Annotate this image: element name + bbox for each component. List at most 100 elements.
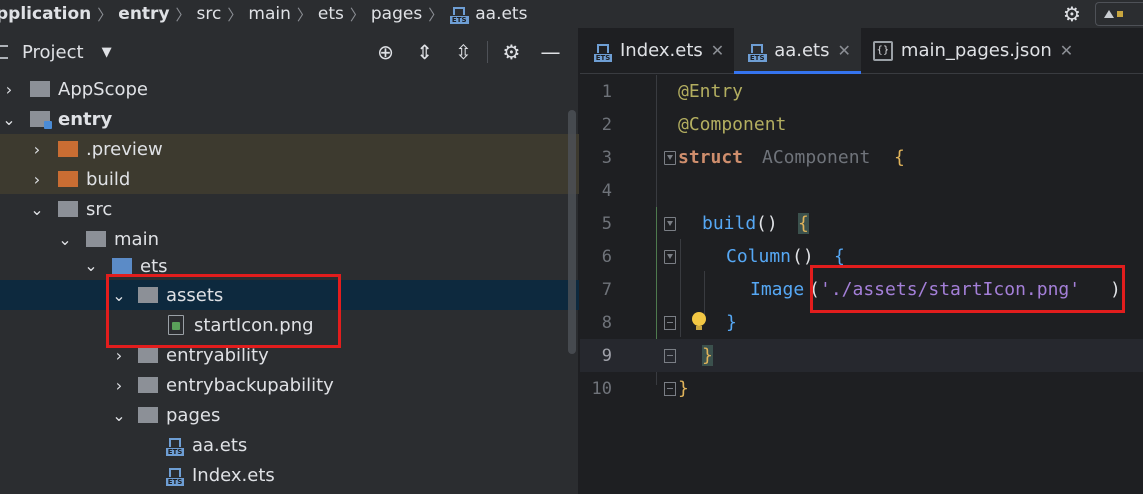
panel-icon [0, 45, 8, 59]
tree-item-label: ets [140, 256, 168, 277]
project-panel-title[interactable]: Project [22, 42, 84, 63]
breadcrumb-item-ets[interactable]: ets [318, 4, 344, 24]
project-toolbar: ⊕ ⇕ ⇳ ⚙ — [366, 28, 570, 76]
folder-icon [138, 407, 158, 423]
chevron-right-icon[interactable]: › [30, 140, 44, 159]
tree-item-build[interactable]: › build [0, 164, 579, 194]
code-line-7: 7 Image ( './assets/startIcon.png' ) [580, 273, 1143, 306]
folder-icon [138, 347, 158, 363]
chevron-down-icon[interactable]: ▼ [102, 45, 112, 60]
folder-icon [138, 287, 158, 303]
tree-item-src[interactable]: ⌄ src [0, 194, 579, 224]
close-icon[interactable]: ✕ [711, 41, 724, 60]
code-token: } [702, 345, 713, 366]
code-token: } [726, 312, 737, 333]
tree-item-ets[interactable]: ⌄ ets [0, 254, 579, 280]
chevron-down-icon[interactable]: ⌄ [84, 256, 98, 275]
chevron-down-icon[interactable]: ⌄ [2, 110, 16, 129]
tree-item-label: entry [58, 108, 113, 130]
tree-item-starticon-png[interactable]: startIcon.png [0, 310, 579, 340]
image-file-icon [168, 315, 184, 335]
tab-aa-ets[interactable]: ETS aa.ets ✕ [734, 28, 861, 74]
code-line-9: 9 } [580, 339, 1143, 372]
chevron-right-icon[interactable]: › [112, 376, 126, 395]
gear-icon[interactable]: ⚙ [492, 28, 531, 76]
folder-icon [58, 201, 78, 217]
code-line-10: 10 } [580, 372, 1143, 405]
code-line-2: 2 @Component [580, 108, 1143, 141]
tree-item-aa-ets[interactable]: ETS aa.ets [0, 430, 579, 460]
breadcrumb-file-label: aa.ets [475, 4, 528, 24]
tree-item-label: AppScope [58, 78, 148, 100]
lightbulb-icon[interactable] [692, 312, 706, 332]
close-icon[interactable]: ✕ [838, 41, 851, 60]
folder-icon [86, 231, 106, 247]
breadcrumb: pplication 〉 entry 〉 src 〉 main 〉 ets 〉 … [0, 0, 1143, 28]
tree-item-label: Index.ets [192, 464, 275, 486]
tree-item-label: src [86, 198, 113, 220]
locate-file-icon[interactable]: ⊕ [366, 28, 405, 76]
tree-item-preview[interactable]: › .preview [0, 134, 579, 164]
fold-close-icon[interactable] [664, 349, 676, 363]
chevron-right-icon[interactable]: › [30, 170, 44, 189]
fold-close-icon[interactable] [664, 316, 676, 330]
breadcrumb-item-main[interactable]: main [248, 4, 290, 24]
code-line-8: 8 } [580, 306, 1143, 339]
tree-item-label: .preview [86, 138, 163, 160]
project-scrollbar[interactable] [568, 110, 576, 354]
breadcrumb-item-file[interactable]: ETS aa.ets [449, 4, 527, 24]
tree-item-appscope[interactable]: › AppScope [0, 74, 579, 104]
tree-item-label: entryability [166, 344, 269, 366]
tab-index-ets[interactable]: ETS Index.ets ✕ [580, 28, 734, 73]
line-number: 9 [601, 345, 612, 366]
device-selector-button[interactable] [1095, 2, 1143, 26]
close-icon[interactable]: ✕ [1060, 41, 1073, 60]
tree-item-entry[interactable]: ⌄ entry [0, 104, 579, 134]
breadcrumb-item-src[interactable]: src [197, 4, 222, 24]
project-tree: › AppScope ⌄ entry › .preview › build ⌄ … [0, 74, 579, 490]
code-token: { [894, 147, 905, 168]
tree-item-pages[interactable]: ⌄ pages [0, 400, 579, 430]
code-token: './assets/startIcon.png' [820, 279, 1081, 300]
code-line-1: 1 @Entry [580, 75, 1143, 108]
chevron-down-icon[interactable]: ⌄ [112, 406, 126, 425]
ets-file-icon: ETS [164, 434, 186, 456]
chevron-down-icon[interactable]: ⌄ [58, 230, 72, 249]
fold-close-icon[interactable] [664, 382, 676, 396]
code-token: Column [726, 246, 792, 267]
line-number: 4 [601, 180, 612, 201]
chevron-down-icon[interactable]: ⌄ [30, 200, 44, 219]
project-panel-header: Project ▼ ⊕ ⇕ ⇳ ⚙ — [0, 28, 578, 76]
tree-item-index-ets[interactable]: ETS Index.ets [0, 460, 579, 490]
tree-item-label: pages [166, 404, 221, 426]
code-token: @Entry [678, 81, 744, 102]
tab-main-pages-json[interactable]: {} main_pages.json ✕ [861, 28, 1083, 73]
fold-open-icon[interactable] [664, 250, 676, 264]
fold-open-icon[interactable] [664, 217, 676, 231]
tree-item-main[interactable]: ⌄ main [0, 224, 579, 254]
line-number: 2 [601, 114, 612, 135]
code-token: { [834, 246, 845, 267]
breadcrumb-item-pages[interactable]: pages [371, 4, 422, 24]
ets-file-icon: ETS [449, 4, 469, 24]
chevron-right-icon: 〉 [349, 5, 365, 24]
fold-open-icon[interactable] [664, 151, 676, 165]
chevron-right-icon[interactable]: › [2, 80, 16, 99]
chevron-down-icon[interactable]: ⌄ [112, 286, 126, 305]
collapse-all-icon[interactable]: ⇳ [444, 28, 483, 76]
line-number: 5 [601, 213, 612, 234]
folder-icon [138, 377, 158, 393]
chevron-right-icon: 〉 [296, 5, 312, 24]
tree-item-entrybackupability[interactable]: › entrybackupability [0, 370, 579, 400]
hide-panel-icon[interactable]: — [531, 28, 570, 76]
expand-all-icon[interactable]: ⇕ [405, 28, 444, 76]
breadcrumb-item-entry[interactable]: entry [118, 4, 169, 24]
code-editor[interactable]: 1 @Entry 2 @Component 3 struct AComponen… [580, 75, 1143, 494]
tree-item-assets[interactable]: ⌄ assets [0, 280, 579, 310]
tree-item-entryability[interactable]: › entryability [0, 340, 579, 370]
code-token: build [702, 213, 757, 234]
breadcrumb-item-project[interactable]: pplication [0, 4, 91, 24]
target-gear-icon[interactable]: ⚙ [1055, 0, 1089, 28]
chevron-right-icon[interactable]: › [112, 346, 126, 365]
editor-tabs: ETS Index.ets ✕ ETS aa.ets ✕ {} main_pag… [580, 28, 1143, 74]
